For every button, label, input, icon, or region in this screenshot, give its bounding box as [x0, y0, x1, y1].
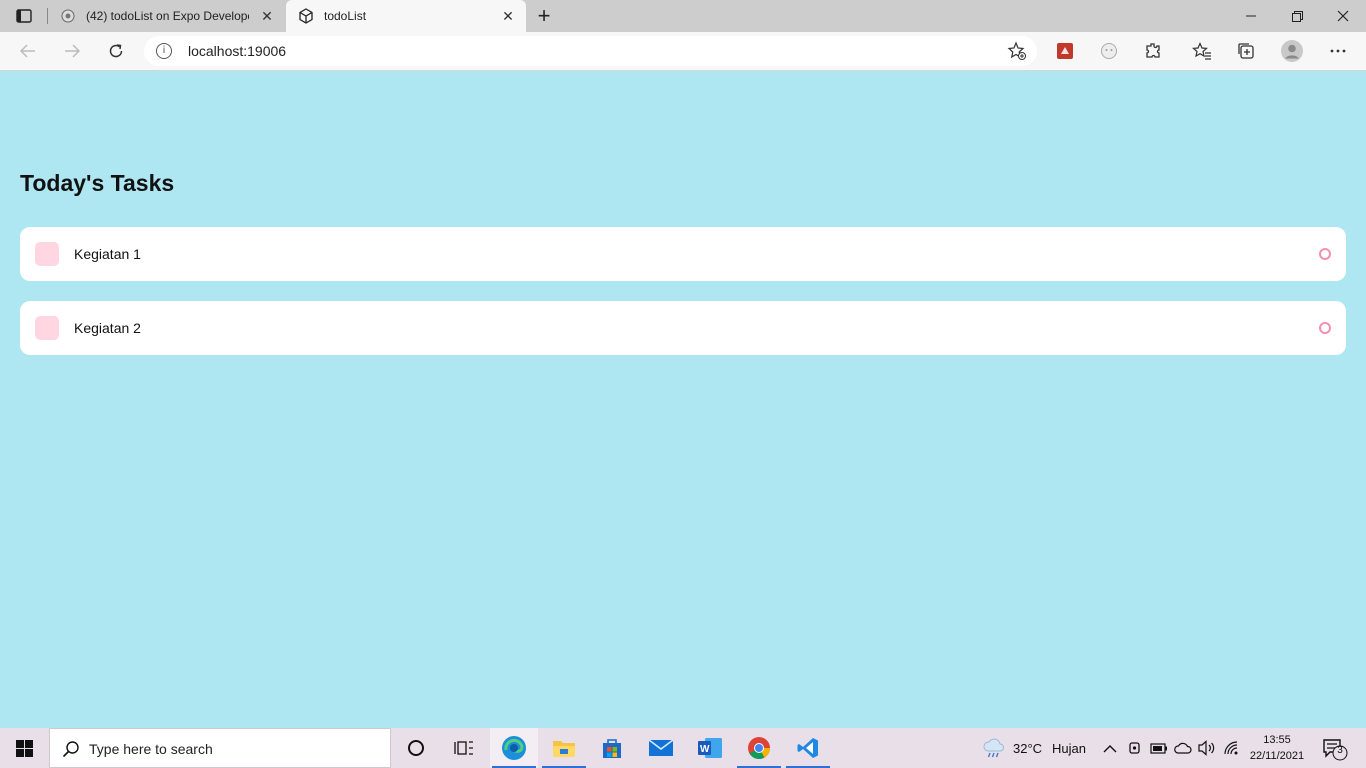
- tab-todolist[interactable]: todoList ✕: [286, 0, 526, 32]
- new-tab-button[interactable]: +: [532, 3, 556, 28]
- settings-more-icon[interactable]: [1324, 38, 1352, 64]
- word-icon[interactable]: W: [686, 728, 734, 768]
- taskbar-clock[interactable]: 13:55 22/11/2021: [1240, 732, 1314, 764]
- volume-icon[interactable]: [1198, 740, 1216, 761]
- meet-now-icon[interactable]: [1128, 740, 1142, 761]
- browser-toolbar: i localhost:19006: [0, 32, 1366, 71]
- task-square-icon: [35, 242, 59, 266]
- tab-title: (42) todoList on Expo Developer: [86, 9, 249, 23]
- weather-condition[interactable]: Hujan: [1052, 741, 1086, 756]
- windows-taskbar: Type here to search W 32°C Hujan 13:55 2…: [0, 728, 1366, 768]
- microsoft-store-icon[interactable]: [588, 728, 636, 768]
- close-tab-icon[interactable]: ✕: [259, 8, 275, 24]
- task-label: Kegiatan 2: [74, 320, 141, 336]
- edge-app-icon[interactable]: [490, 728, 538, 768]
- notification-count: 3: [1337, 745, 1343, 756]
- profile-avatar-icon[interactable]: [1278, 38, 1306, 64]
- restore-button[interactable]: [1274, 0, 1320, 32]
- back-button[interactable]: [14, 38, 42, 64]
- task-label: Kegiatan 1: [74, 246, 141, 262]
- taskbar-search-box[interactable]: Type here to search: [49, 728, 391, 768]
- task-circle-icon[interactable]: [1319, 322, 1331, 334]
- chrome-icon[interactable]: [735, 728, 783, 768]
- task-view-icon[interactable]: [440, 728, 488, 768]
- close-tab-icon[interactable]: ✕: [500, 8, 516, 24]
- svg-text:W: W: [700, 744, 710, 755]
- favorites-icon[interactable]: [1188, 38, 1216, 64]
- mail-icon[interactable]: [637, 728, 685, 768]
- clock-time: 13:55: [1263, 734, 1291, 746]
- search-placeholder: Type here to search: [89, 741, 213, 757]
- tab-expo-developer[interactable]: (42) todoList on Expo Developer ✕: [48, 0, 285, 32]
- tab-title: todoList: [324, 9, 367, 23]
- weather-temperature[interactable]: 32°C: [1013, 741, 1042, 756]
- address-bar[interactable]: i localhost:19006: [144, 36, 1037, 66]
- address-url[interactable]: localhost:19006: [188, 43, 286, 59]
- tab-actions-icon[interactable]: [10, 6, 38, 26]
- add-favorite-icon[interactable]: [1007, 41, 1027, 61]
- task-circle-icon[interactable]: [1319, 248, 1331, 260]
- app-page: [0, 71, 1366, 728]
- refresh-button[interactable]: [102, 38, 130, 64]
- extension-red-icon[interactable]: [1051, 38, 1079, 64]
- extensions-icon[interactable]: [1139, 38, 1167, 64]
- collections-icon[interactable]: [1232, 38, 1260, 64]
- weather-rain-icon[interactable]: [982, 738, 1006, 763]
- battery-icon[interactable]: [1150, 741, 1168, 759]
- clock-date: 22/11/2021: [1249, 750, 1305, 762]
- network-wifi-icon[interactable]: [1223, 740, 1239, 761]
- cube-favicon-icon: [298, 8, 314, 24]
- close-window-button[interactable]: [1320, 0, 1366, 32]
- search-icon: [62, 740, 80, 763]
- show-hidden-icons-icon[interactable]: [1103, 741, 1117, 759]
- vscode-icon[interactable]: [784, 728, 832, 768]
- start-button[interactable]: [0, 728, 48, 768]
- cortana-icon[interactable]: [392, 728, 440, 768]
- notifications-icon[interactable]: 3: [1322, 738, 1350, 767]
- onedrive-cloud-icon[interactable]: [1174, 741, 1192, 759]
- page-title: Today's Tasks: [20, 170, 175, 196]
- expo-favicon-icon: [60, 8, 76, 24]
- site-info-icon[interactable]: i: [156, 43, 172, 59]
- browser-tab-strip: (42) todoList on Expo Developer ✕ todoLi…: [0, 0, 1366, 32]
- forward-button[interactable]: [58, 38, 86, 64]
- task-item[interactable]: Kegiatan 1: [20, 227, 1346, 281]
- task-item[interactable]: Kegiatan 2: [20, 301, 1346, 355]
- extension-face-icon[interactable]: [1095, 38, 1123, 64]
- minimize-button[interactable]: [1228, 0, 1274, 32]
- task-square-icon: [35, 316, 59, 340]
- file-explorer-icon[interactable]: [540, 728, 588, 768]
